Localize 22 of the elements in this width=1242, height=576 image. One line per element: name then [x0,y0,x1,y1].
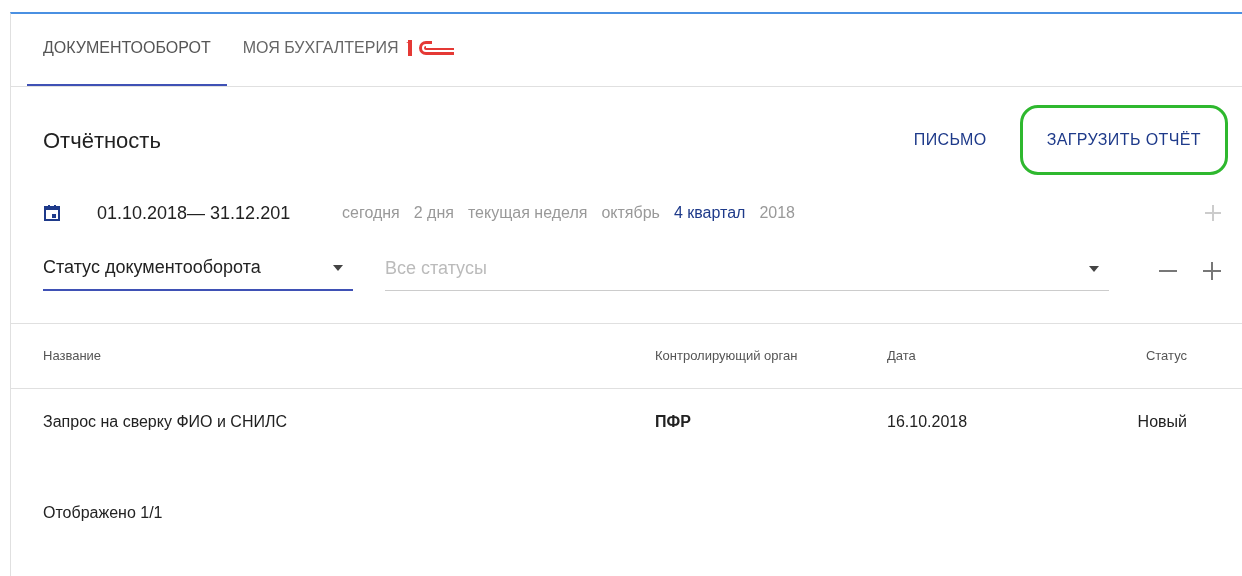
action-button[interactable]: ПИСЬМО [894,105,1006,175]
column-header: Статус [1144,347,1187,366]
calendar-icon[interactable] [43,204,61,222]
tab[interactable]: ДОКУМЕНТООБОРОТ [27,16,227,86]
page-title: Отчётность [43,126,161,155]
plus-icon[interactable] [1202,261,1222,281]
caret-icon [333,264,343,271]
table-cell-text: ПФР [655,412,692,432]
table-cell-text: 16.10.2018 [887,412,969,432]
table-cell-text: Новый [1136,412,1187,432]
placeholder-text: Все статусы [385,257,487,280]
column-header: Контролирующий орган [655,347,799,366]
row-count-text: Отображено 1/1 [42,503,164,523]
tab[interactable]: МОЯ БУХГАЛТЕРИЯ [226,16,415,86]
period-link[interactable]: 4 квартал [673,201,746,225]
date-range-field[interactable]: 01.10.2018— 31.12.201 [97,199,342,227]
filter-field-dropdown[interactable]: Статус документооборота [43,254,353,291]
column-header: Название [43,347,103,366]
caret-icon [1089,265,1099,272]
column-header: Дата [887,347,917,366]
table-cell-text: Запрос на сверку ФИО и СНИЛС [43,412,288,432]
action-button[interactable]: ЗАГРУЗИТЬ ОТЧЁТ [1019,105,1228,175]
